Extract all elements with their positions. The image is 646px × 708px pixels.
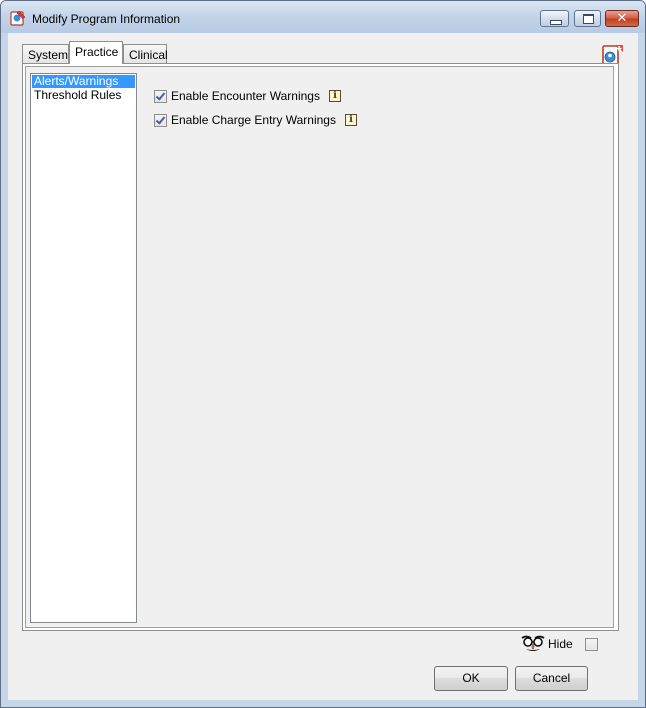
hide-control: Hide bbox=[520, 634, 598, 654]
app-icon bbox=[10, 10, 26, 26]
charge-entry-warnings-row: Enable Charge Entry Warnings i bbox=[154, 112, 357, 128]
tab-clinical[interactable]: Clinical bbox=[123, 44, 168, 64]
list-item-alerts-warnings[interactable]: Alerts/Warnings bbox=[32, 75, 135, 88]
encounter-warnings-row: Enable Encounter Warnings i bbox=[154, 88, 341, 104]
tab-practice[interactable]: Practice bbox=[69, 41, 123, 64]
encounter-warnings-label[interactable]: Enable Encounter Warnings bbox=[171, 89, 320, 103]
hide-checkbox[interactable] bbox=[584, 637, 598, 651]
ok-button[interactable]: OK bbox=[434, 666, 508, 691]
dialog-window: Modify Program Information ✕ System Prac… bbox=[0, 0, 646, 708]
practice-tab-panel: Alerts/Warnings Threshold Rules Enable E… bbox=[22, 63, 619, 631]
minimize-icon bbox=[550, 20, 562, 25]
charge-entry-warnings-label[interactable]: Enable Charge Entry Warnings bbox=[171, 113, 336, 127]
title-bar[interactable]: Modify Program Information ✕ bbox=[1, 1, 645, 33]
minimize-button[interactable] bbox=[540, 10, 569, 27]
settings-panel: Alerts/Warnings Threshold Rules Enable E… bbox=[25, 66, 614, 628]
cancel-button[interactable]: Cancel bbox=[515, 666, 588, 691]
disguise-glasses-icon bbox=[521, 635, 545, 651]
maximize-icon bbox=[583, 14, 594, 24]
info-icon[interactable]: i bbox=[344, 114, 357, 126]
list-item-threshold-rules[interactable]: Threshold Rules bbox=[32, 89, 135, 102]
category-list[interactable]: Alerts/Warnings Threshold Rules bbox=[30, 73, 137, 623]
dialog-client-area: System Practice Clinical Alerts/Warnings… bbox=[8, 33, 638, 700]
window-title: Modify Program Information bbox=[32, 12, 181, 26]
charge-entry-warnings-checkbox[interactable] bbox=[154, 113, 167, 127]
close-button[interactable]: ✕ bbox=[605, 10, 639, 27]
tab-system[interactable]: System bbox=[22, 44, 69, 64]
hide-label: Hide bbox=[548, 637, 573, 651]
encounter-warnings-checkbox[interactable] bbox=[154, 89, 167, 103]
maximize-button[interactable] bbox=[574, 10, 601, 27]
close-icon: ✕ bbox=[616, 11, 628, 26]
info-icon[interactable]: i bbox=[328, 90, 341, 102]
